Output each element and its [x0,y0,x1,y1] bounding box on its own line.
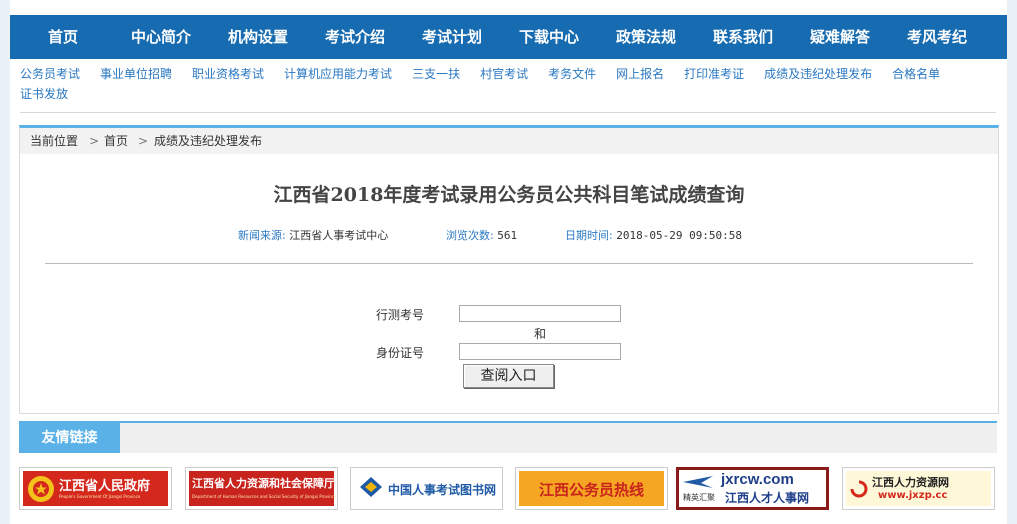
subnav-civil-servant[interactable]: 公务员考试 [20,64,80,84]
logo-2-sub: Department of Human Resources and Social… [192,494,337,499]
subnav-village-official[interactable]: 村官考试 [480,64,528,84]
nav-home[interactable]: 首页 [18,15,108,59]
nav-exam-intro[interactable]: 考试介绍 [310,15,400,59]
subnav-certificates[interactable]: 证书发放 [20,84,68,104]
article-title: 江西省2018年度考试录用公务员公共科目笔试成绩查询 [273,184,745,206]
divider [20,112,996,113]
id-number-input[interactable] [459,343,621,360]
query-submit-button[interactable]: 查阅入口 [463,364,554,388]
logo-2-name: 江西省人力资源和社会保障厅 [192,477,335,490]
subnav-results[interactable]: 成绩及违纪处理发布 [764,64,872,84]
nav-downloads[interactable]: 下载中心 [504,15,594,59]
swirl-logo-icon [850,480,868,498]
subnav-qualification[interactable]: 职业资格考试 [192,64,264,84]
logo-1-sub: People's Government Of Jiangxi Province [59,494,141,499]
source-value: 江西省人事考试中心 [289,229,389,242]
subnav-documents[interactable]: 考务文件 [548,64,596,84]
article-views: 浏览次数: 561 [446,227,517,243]
link-jiangxi-government[interactable]: 江西省人民政府 People's Government Of Jiangxi P… [19,467,172,510]
plane-icon [683,476,713,488]
logo-6-name: 江西人力资源网 [872,476,949,489]
views-value: 561 [497,229,518,242]
nav-contact[interactable]: 联系我们 [698,15,788,59]
logo-6-sub: www.jxzp.cc [878,490,948,501]
subnav-computer[interactable]: 计算机应用能力考试 [284,64,392,84]
logo-5-sub: 江西人才人事网 [725,491,810,505]
id-number-label: 身份证号 [376,346,425,360]
date-label: 日期时间: [565,229,613,242]
main-nav: 首页 中心简介 机构设置 考试介绍 考试计划 下载中心 政策法规 联系我们 疑难… [10,15,1007,59]
breadcrumb-separator: > [89,134,100,148]
views-label: 浏览次数: [446,229,494,242]
nav-faq[interactable]: 疑难解答 [795,15,885,59]
book-logo-icon [360,477,382,497]
nav-discipline[interactable]: 考风考纪 [892,15,982,59]
logo-5-name: jxrcw.com [721,471,794,488]
link-jxrcw[interactable]: jxrcw.com 精英汇聚 江西人才人事网 [676,467,829,510]
breadcrumb: 当前位置 > 首页 > 成绩及违纪处理发布 [20,128,998,154]
subnav-print-ticket[interactable]: 打印准考证 [684,64,744,84]
link-jxzp[interactable]: 江西人力资源网 www.jxzp.cc [842,467,995,510]
logo-1-name: 江西省人民政府 [59,479,151,494]
link-hrss-department[interactable]: 江西省人力资源和社会保障厅 Department of Human Resour… [185,467,338,510]
exam-number-input[interactable] [459,305,621,322]
breadcrumb-current[interactable]: 成绩及违纪处理发布 [154,128,262,154]
link-personnel-exam-books[interactable]: 中国人事考试图书网 [350,467,503,510]
title-divider [45,263,973,264]
friend-links-title: 友情链接 [19,423,120,453]
subnav-online-registration[interactable]: 网上报名 [616,64,664,84]
link-civil-servant-hotline[interactable]: 江西公务员热线 [515,467,668,510]
sub-nav: 公务员考试 事业单位招聘 职业资格考试 计算机应用能力考试 三支一扶 村官考试 考务文件 网上… [20,64,1000,104]
page: 首页 中心简介 机构设置 考试介绍 考试计划 下载中心 政策法规 联系我们 疑难… [10,0,1007,524]
breadcrumb-home[interactable]: 首页 [104,128,128,154]
nav-exam-plan[interactable]: 考试计划 [407,15,497,59]
subnav-public-institution[interactable]: 事业单位招聘 [100,64,172,84]
subnav-three-supports[interactable]: 三支一扶 [412,64,460,84]
and-label: 和 [534,327,547,341]
nav-organization[interactable]: 机构设置 [213,15,303,59]
article-date: 日期时间: 2018-05-29 09:50:58 [565,227,742,243]
article-source: 新闻来源: 江西省人事考试中心 [238,227,388,243]
logo-5-tag: 精英汇聚 [683,493,715,502]
logo-3-name: 中国人事考试图书网 [388,483,497,497]
friend-links-bar: 友情链接 [19,421,997,453]
nav-policies[interactable]: 政策法规 [601,15,691,59]
date-value: 2018-05-29 09:50:58 [616,229,743,242]
logo-4-name: 江西公务员热线 [538,481,644,499]
exam-number-label: 行测考号 [376,308,425,322]
breadcrumb-label: 当前位置 [30,134,79,148]
breadcrumb-separator: > [138,134,149,148]
national-emblem-icon [28,476,54,502]
source-label: 新闻来源: [238,229,286,242]
subnav-qualified-list[interactable]: 合格名单 [892,64,940,84]
content-panel: 当前位置 > 首页 > 成绩及违纪处理发布 江西省2018年度考试录用公务员公共… [19,125,999,414]
nav-about[interactable]: 中心简介 [116,15,206,59]
